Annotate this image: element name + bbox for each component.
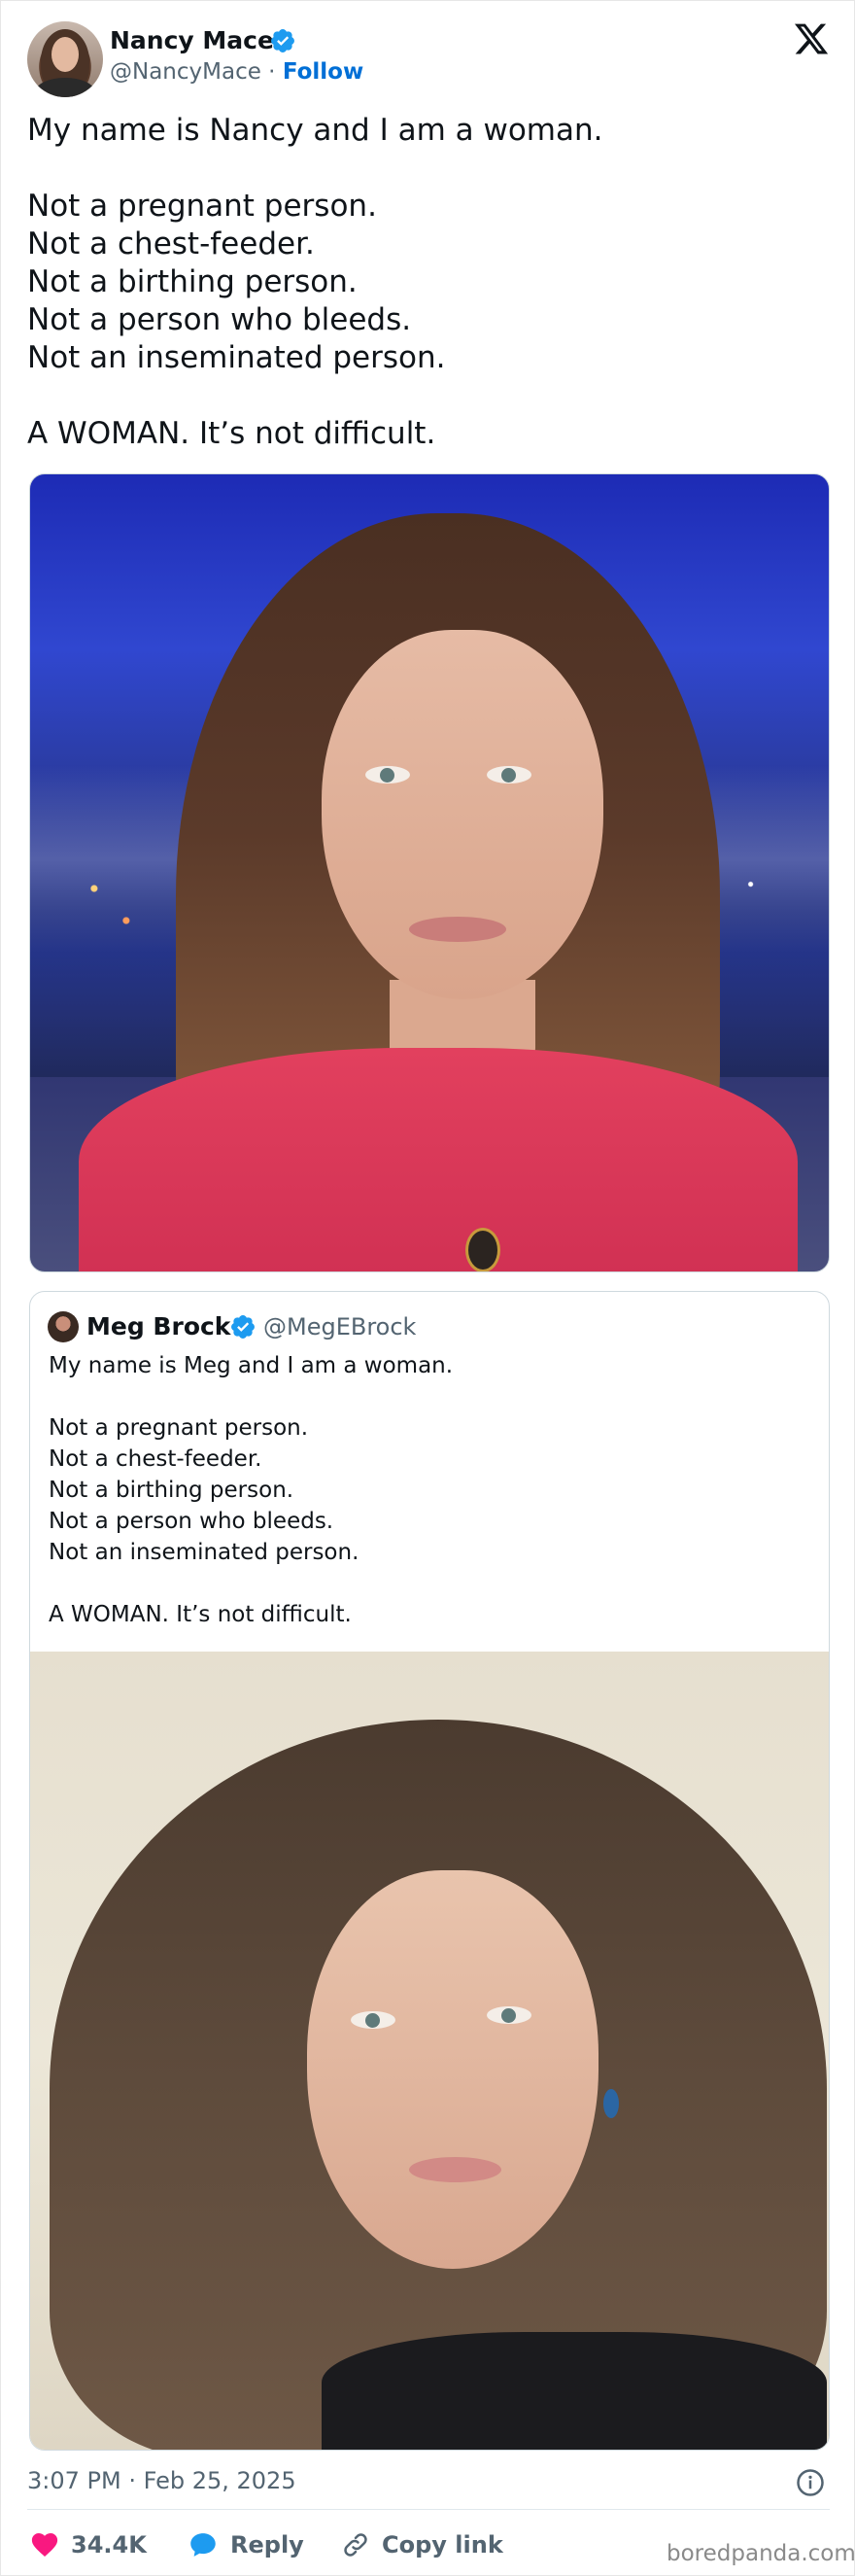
site-watermark: boredpanda.com bbox=[667, 2541, 855, 2566]
heart-icon bbox=[31, 2533, 58, 2557]
reply-icon bbox=[190, 2533, 216, 2557]
reply-label: Reply bbox=[230, 2531, 304, 2559]
copy-link-label: Copy link bbox=[382, 2531, 503, 2559]
author-handle[interactable]: @NancyMace bbox=[110, 59, 261, 85]
quoted-author-avatar[interactable] bbox=[48, 1311, 79, 1342]
info-icon[interactable] bbox=[796, 2468, 825, 2497]
tweet-photo[interactable] bbox=[29, 473, 830, 1272]
author-name[interactable]: Nancy Mace bbox=[110, 26, 274, 54]
tweet-card: Nancy Mace @NancyMace · Follow My name i… bbox=[0, 0, 855, 2576]
author-avatar[interactable] bbox=[27, 21, 103, 97]
quoted-tweet-photo[interactable] bbox=[30, 1652, 829, 2450]
follow-button[interactable]: Follow bbox=[283, 59, 363, 85]
x-logo-icon[interactable] bbox=[793, 20, 830, 57]
quoted-verified-badge-icon bbox=[231, 1315, 255, 1339]
quoted-tweet-text: My name is Meg and I am a woman. Not a p… bbox=[49, 1353, 454, 1627]
author-handle-line: @NancyMace · Follow bbox=[110, 59, 363, 85]
reply-button[interactable]: Reply bbox=[188, 2528, 304, 2561]
quoted-tweet[interactable]: Meg Brock @MegEBrock My name is Meg and … bbox=[29, 1291, 830, 2451]
tweet-timestamp[interactable]: 3:07 PM · Feb 25, 2025 bbox=[27, 2467, 296, 2494]
footer-divider bbox=[27, 2509, 830, 2510]
verified-badge-icon bbox=[271, 29, 294, 52]
tweet-text: My name is Nancy and I am a woman. Not a… bbox=[27, 113, 603, 451]
handle-separator: · bbox=[260, 59, 283, 85]
quoted-author-handle: @MegEBrock bbox=[263, 1313, 417, 1340]
quoted-author-name: Meg Brock bbox=[86, 1312, 231, 1340]
link-icon bbox=[344, 2533, 367, 2557]
copy-link-button[interactable]: Copy link bbox=[341, 2528, 503, 2561]
like-button[interactable]: 34.4K bbox=[30, 2528, 147, 2561]
like-count: 34.4K bbox=[71, 2531, 147, 2559]
